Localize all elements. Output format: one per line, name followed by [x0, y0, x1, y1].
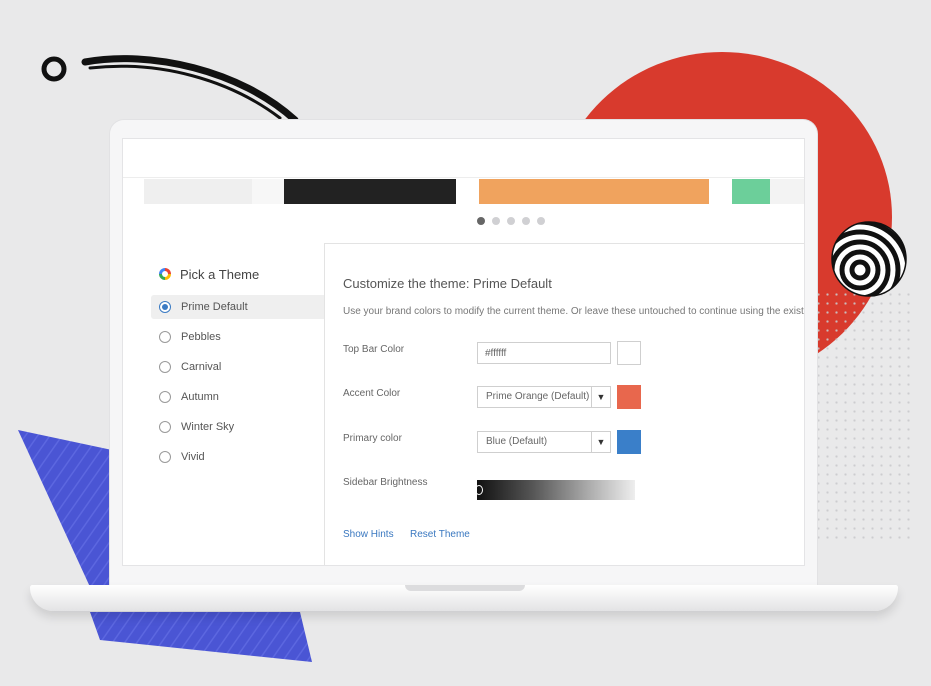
theme-preview-swatch[interactable]: [284, 179, 456, 204]
theme-list: Pick a Theme Prime Default Pebbles Carniva…: [151, 259, 326, 469]
accent-color-select[interactable]: Prime Orange (Default) ▼: [477, 386, 611, 408]
theme-option-label: Carnival: [181, 361, 222, 373]
carousel-pagination[interactable]: [477, 217, 545, 225]
carousel-dot[interactable]: [522, 217, 530, 225]
customize-description: Use your brand colors to modify the curr…: [343, 306, 804, 317]
sidebar-brightness-label: Sidebar Brightness: [343, 477, 428, 488]
radio-checked-icon[interactable]: [159, 301, 171, 313]
dot-grid-decoration: [805, 290, 915, 540]
show-hints-link[interactable]: Show Hints: [343, 529, 394, 540]
carousel-dot[interactable]: [507, 217, 515, 225]
theme-option[interactable]: Autumn: [151, 385, 326, 409]
theme-option[interactable]: Carnival: [151, 355, 326, 379]
theme-preview-swatch[interactable]: [732, 179, 770, 204]
theme-preview-swatch[interactable]: [252, 179, 284, 204]
color-wheel-icon: [159, 268, 171, 280]
radio-unchecked-icon[interactable]: [159, 391, 171, 403]
radio-unchecked-icon[interactable]: [159, 361, 171, 373]
top-bar-color-swatch[interactable]: [617, 341, 641, 365]
striped-sphere-decoration: [831, 221, 907, 297]
customize-panel: Customize the theme: Prime Default Use y…: [324, 243, 804, 565]
slider-handle[interactable]: [475, 485, 483, 495]
primary-color-label: Primary color: [343, 433, 402, 444]
theme-carousel[interactable]: [144, 179, 804, 204]
top-bar-color-input[interactable]: [477, 342, 611, 364]
theme-list-heading: Pick a Theme: [151, 259, 326, 289]
reset-theme-link[interactable]: Reset Theme: [410, 529, 470, 540]
chevron-down-icon[interactable]: ▼: [591, 387, 610, 407]
theme-list-title: Pick a Theme: [180, 266, 260, 282]
app-screen: Pick a Theme Prime Default Pebbles Carniva…: [122, 138, 805, 566]
primary-color-value: Blue (Default): [486, 436, 548, 447]
sidebar-brightness-slider[interactable]: [475, 480, 635, 500]
accent-color-value: Prime Orange (Default): [486, 391, 590, 402]
theme-option-label: Vivid: [181, 451, 205, 463]
carousel-dot[interactable]: [537, 217, 545, 225]
theme-option[interactable]: Winter Sky: [151, 415, 326, 439]
radio-unchecked-icon[interactable]: [159, 451, 171, 463]
chevron-down-icon[interactable]: ▼: [591, 432, 610, 452]
carousel-dot[interactable]: [492, 217, 500, 225]
primary-color-select[interactable]: Blue (Default) ▼: [477, 431, 611, 453]
theme-preview-swatch[interactable]: [144, 179, 252, 204]
theme-option[interactable]: Prime Default: [151, 295, 326, 319]
accent-color-label: Accent Color: [343, 388, 401, 399]
top-bar-color-label: Top Bar Color: [343, 344, 405, 355]
theme-preview-swatch[interactable]: [479, 179, 709, 204]
carousel-dot[interactable]: [477, 217, 485, 225]
theme-preview-swatch[interactable]: [709, 179, 732, 204]
theme-option-label: Winter Sky: [181, 421, 235, 433]
radio-unchecked-icon[interactable]: [159, 331, 171, 343]
accent-color-swatch[interactable]: [617, 385, 641, 409]
theme-option[interactable]: Vivid: [151, 445, 326, 469]
radio-unchecked-icon[interactable]: [159, 421, 171, 433]
theme-option-label: Prime Default: [181, 301, 248, 313]
theme-preview-swatch[interactable]: [456, 179, 479, 204]
theme-option-label: Pebbles: [181, 331, 221, 343]
customize-title: Customize the theme: Prime Default: [343, 276, 552, 291]
laptop-notch: [405, 585, 525, 591]
top-bar: [123, 139, 804, 178]
theme-option-label: Autumn: [181, 391, 219, 403]
primary-color-swatch[interactable]: [617, 430, 641, 454]
theme-option[interactable]: Pebbles: [151, 325, 326, 349]
theme-preview-swatch[interactable]: [770, 179, 804, 204]
